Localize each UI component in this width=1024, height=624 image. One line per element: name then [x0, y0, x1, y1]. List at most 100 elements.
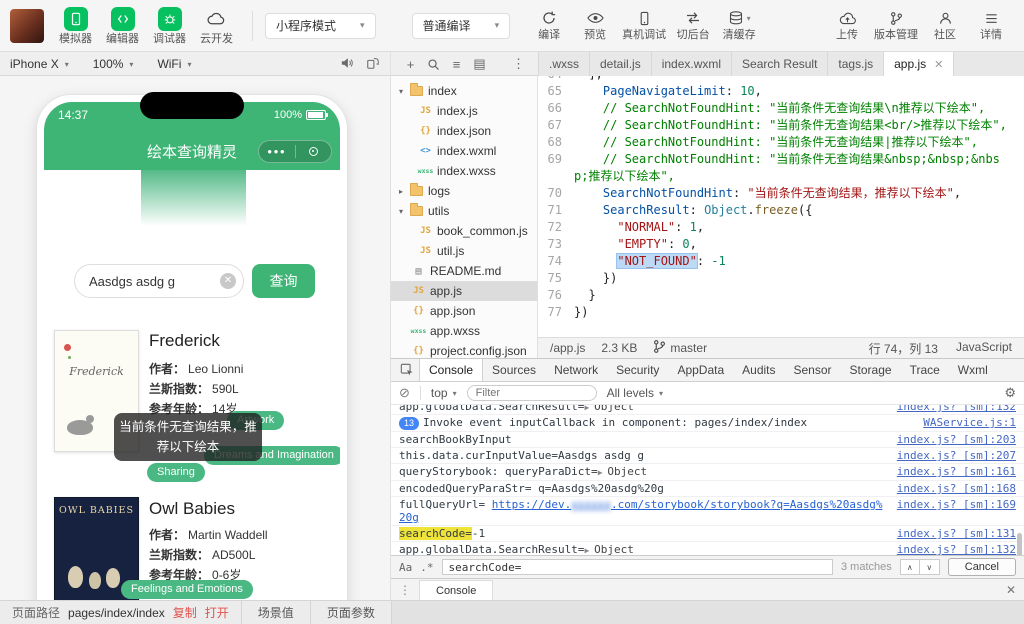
debugger-tab-sources[interactable]: Sources	[483, 359, 545, 381]
tree-file-app-js[interactable]: JS app.js	[391, 281, 537, 301]
new-file-icon[interactable]: +	[399, 52, 422, 76]
tree-folder-utils[interactable]: ▾ utils	[391, 201, 537, 221]
editor-tab-search-result[interactable]: Search Result	[732, 52, 829, 76]
drawer-console-tab[interactable]: Console	[419, 579, 494, 601]
clear-console-icon[interactable]: ⊘	[399, 385, 410, 401]
cursor-position[interactable]: 行 74，列 13	[869, 340, 938, 357]
source-link[interactable]: WAService.js:1	[923, 416, 1016, 429]
next-match-button[interactable]: ∨	[919, 559, 940, 575]
editor-tab-detail-js[interactable]: detail.js	[590, 52, 652, 76]
zoom-select[interactable]: 100% ▾	[93, 57, 134, 71]
editor-tab-tags-js[interactable]: tags.js	[828, 52, 885, 76]
code-editor[interactable]: 64 ],65 PageNavigateLimit: 10,66 // Sear…	[538, 76, 1024, 337]
debugger-tab-security[interactable]: Security	[607, 359, 668, 381]
language-mode[interactable]: JavaScript	[956, 340, 1012, 357]
source-link[interactable]: index.js? [sm]:169	[897, 498, 1016, 511]
debugger-tab-audits[interactable]: Audits	[733, 359, 784, 381]
community-label: 社区	[934, 29, 956, 41]
tree-file-index-js[interactable]: JS index.js	[391, 101, 537, 121]
tree-file-project-config-json[interactable]: {} project.config.json	[391, 341, 537, 358]
debugger-tab-wxml[interactable]: Wxml	[949, 359, 997, 381]
tree-file-app-json[interactable]: {} app.json	[391, 301, 537, 321]
context-select[interactable]: top ▾	[431, 386, 457, 400]
more-icon[interactable]: ⋮	[507, 52, 530, 76]
console-search-input[interactable]	[441, 559, 833, 575]
source-link[interactable]: index.js? [sm]:132	[897, 405, 1016, 413]
tree-file-util-js[interactable]: JS util.js	[391, 241, 537, 261]
source-link[interactable]: index.js? [sm]:168	[897, 482, 1016, 495]
tree-file-index-wxss[interactable]: wxss index.wxss	[391, 161, 537, 181]
panel-toggle-debugger[interactable]: 调试器	[146, 3, 193, 49]
copy-path-link[interactable]: 复制	[173, 604, 197, 621]
previous-match-button[interactable]: ∧	[899, 559, 920, 575]
cancel-search-button[interactable]: Cancel	[947, 558, 1016, 576]
debugger-tab-trace[interactable]: Trace	[901, 359, 949, 381]
split-view-icon[interactable]: ▤	[468, 52, 491, 76]
clear-cache-button[interactable]: ▾ 清缓存	[716, 3, 762, 49]
code-text: "NOT_FOUND": -1	[617, 254, 726, 268]
capsule-home-icon[interactable]	[308, 147, 318, 156]
tree-file-index-json[interactable]: {} index.json	[391, 121, 537, 141]
capsule-more-icon[interactable]: ●●●	[267, 147, 286, 156]
debugger-tab-appdata[interactable]: AppData	[668, 359, 733, 381]
tree-folder-logs[interactable]: ▸ logs	[391, 181, 537, 201]
preview-button[interactable]: 预览	[572, 3, 618, 49]
close-icon[interactable]: ✕	[934, 58, 943, 71]
search-icon[interactable]	[422, 52, 445, 76]
book-field: 作者： Martin Waddell	[149, 525, 268, 545]
tree-file-readme-md[interactable]: ▤ README.md	[391, 261, 537, 281]
scene-value-tab[interactable]: 场景值	[240, 601, 310, 624]
file-list-icon[interactable]: ≡	[445, 52, 468, 76]
capsule-menu[interactable]: ●●●	[258, 140, 332, 163]
mode-select[interactable]: 小程序模式 ▾	[265, 12, 376, 39]
tag-pill[interactable]: Feelings and Emotions	[121, 580, 253, 599]
editor-tab-index-wxml[interactable]: index.wxml	[652, 52, 733, 76]
drawer-menu-icon[interactable]: ⋮	[399, 583, 411, 597]
debugger-tab-storage[interactable]: Storage	[841, 359, 901, 381]
clear-input-icon[interactable]: ✕	[220, 273, 236, 289]
gear-icon[interactable]: ⚙	[1004, 385, 1016, 401]
user-avatar[interactable]	[10, 8, 44, 43]
panel-toggle-simulator[interactable]: 模拟器	[52, 3, 99, 49]
tree-file-app-wxss[interactable]: wxss app.wxss	[391, 321, 537, 341]
speaker-icon[interactable]	[340, 57, 354, 72]
network-select[interactable]: WiFi ▾	[157, 57, 191, 71]
page-params-tab[interactable]: 页面参数	[309, 601, 391, 624]
tree-file-book-common-js[interactable]: JS book_common.js	[391, 221, 537, 241]
source-link[interactable]: index.js? [sm]:132	[897, 543, 1016, 555]
console-log-area: app.globalData.SearchResult=▶ Object inde…	[391, 405, 1024, 555]
compile-button[interactable]: 编译	[526, 3, 572, 49]
source-link[interactable]: index.js? [sm]:131	[897, 527, 1016, 540]
panel-toggle-editor[interactable]: 编辑器	[99, 3, 146, 49]
switch-background-button[interactable]: 切后台	[670, 3, 716, 49]
rotate-device-icon[interactable]	[366, 56, 380, 73]
editor-tab-app-js[interactable]: app.js ✕	[884, 52, 955, 76]
match-case-toggle[interactable]: Aa	[399, 561, 412, 574]
scrollbar-thumb[interactable]	[1017, 533, 1022, 555]
upload-button[interactable]: 上传	[824, 3, 870, 49]
source-link[interactable]: index.js? [sm]:207	[897, 449, 1016, 462]
community-button[interactable]: 社区	[922, 3, 968, 49]
details-button[interactable]: 详情	[968, 3, 1014, 49]
open-path-link[interactable]: 打开	[205, 604, 229, 621]
close-icon[interactable]: ✕	[1006, 583, 1016, 597]
panel-toggle-cloud-dev[interactable]: 云开发	[193, 3, 240, 49]
source-link[interactable]: index.js? [sm]:203	[897, 433, 1016, 446]
real-device-debug-button[interactable]: 真机调试	[618, 3, 670, 49]
device-select[interactable]: iPhone X ▾	[10, 57, 69, 71]
compile-mode-select[interactable]: 普通编译 ▾	[411, 12, 511, 39]
console-filter-input[interactable]	[466, 385, 597, 401]
source-link[interactable]: index.js? [sm]:161	[897, 465, 1016, 478]
tree-item-label: index.json	[437, 124, 492, 138]
version-manage-button[interactable]: 版本管理	[870, 3, 922, 49]
inspect-icon[interactable]	[395, 359, 419, 381]
tree-file-index-wxml[interactable]: <> index.wxml	[391, 141, 537, 161]
git-branch[interactable]: master	[653, 339, 707, 357]
debugger-tab-sensor[interactable]: Sensor	[785, 359, 841, 381]
tree-folder-index[interactable]: ▾ index	[391, 81, 537, 101]
log-level-select[interactable]: All levels ▾	[607, 386, 663, 400]
debugger-tab-network[interactable]: Network	[545, 359, 607, 381]
editor-tab--wxss[interactable]: .wxss	[539, 52, 590, 76]
regex-toggle[interactable]: .*	[420, 561, 433, 574]
debugger-tab-console[interactable]: Console	[419, 359, 484, 381]
